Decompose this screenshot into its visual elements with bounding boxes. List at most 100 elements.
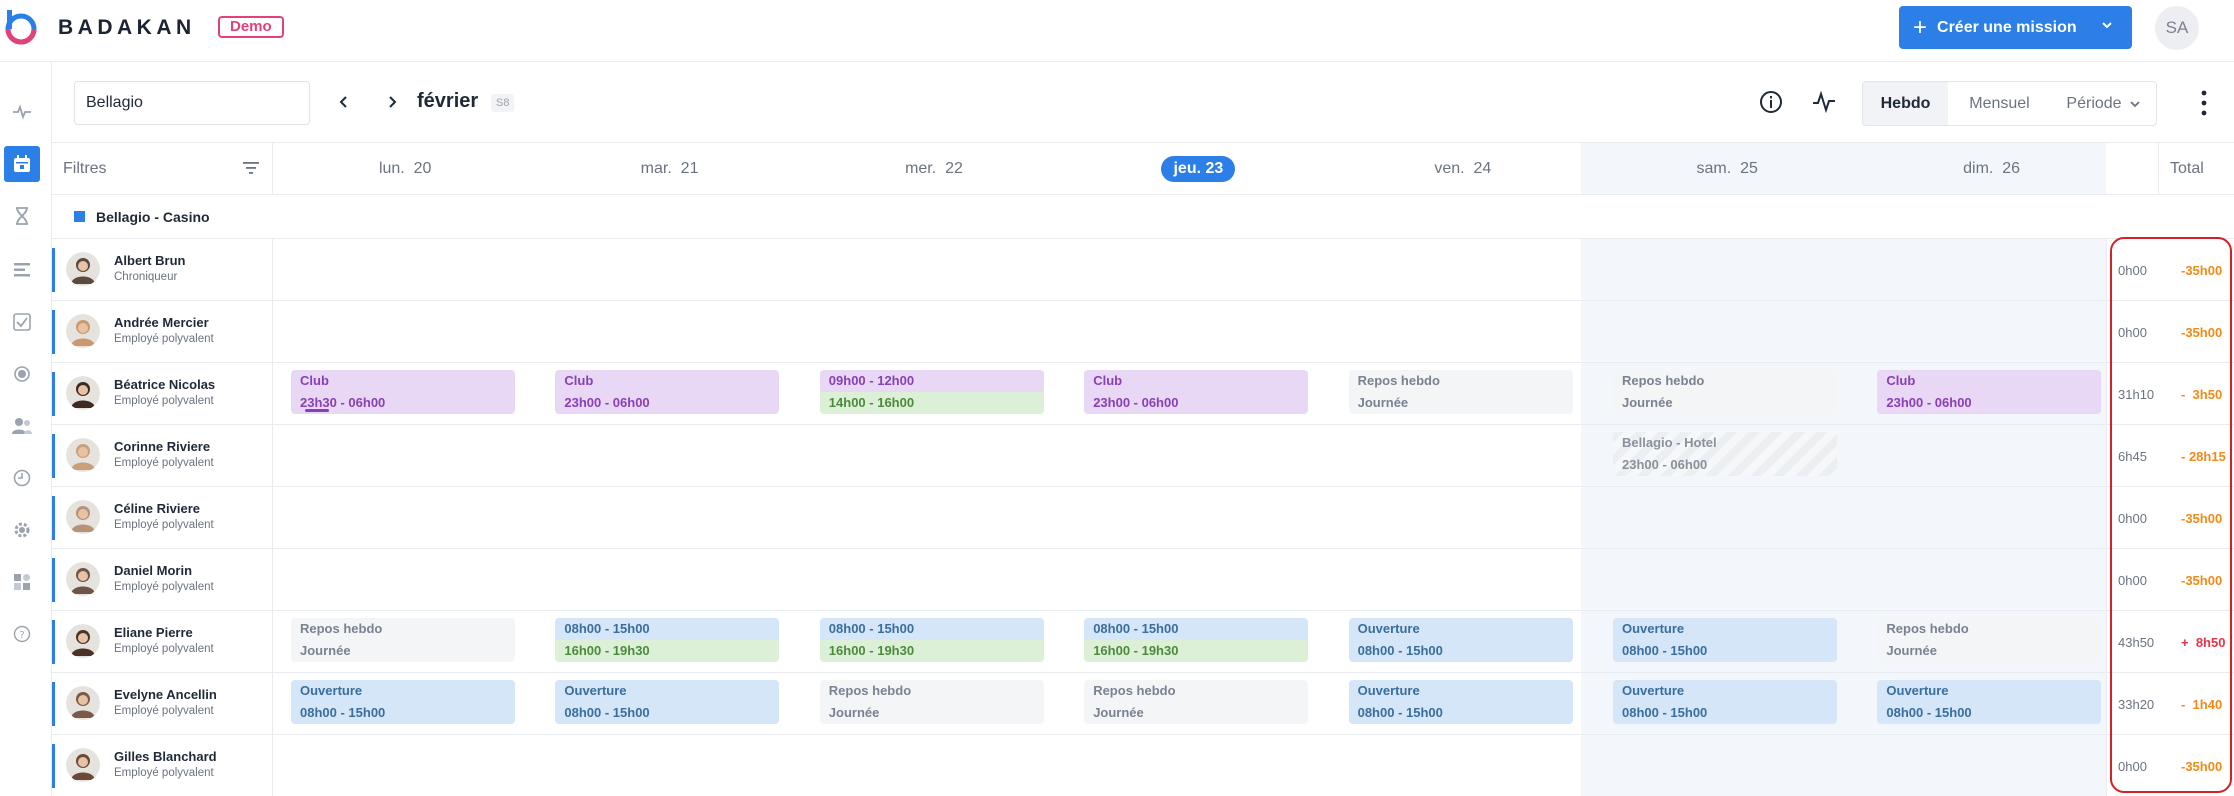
shift-block[interactable]: Club 23h00 - 06h00 bbox=[1877, 370, 2102, 414]
employee-cell[interactable]: Céline Riviere Employé polyvalent bbox=[52, 487, 273, 548]
shift-block[interactable]: Repos hebdo Journée bbox=[1348, 370, 1573, 414]
employee-cell[interactable]: Daniel Morin Employé polyvalent bbox=[52, 549, 273, 610]
employee-color-bar bbox=[52, 310, 55, 354]
day-header-1[interactable]: mar. 21 bbox=[537, 143, 801, 195]
shift-line-2: 08h00 - 15h00 bbox=[1622, 705, 1708, 720]
shift-line-1: Bellagio - Hotel bbox=[1622, 435, 1717, 450]
user-avatar[interactable]: SA bbox=[2155, 6, 2199, 50]
hours-difference: - 3h50 bbox=[2181, 387, 2223, 402]
activity-icon[interactable] bbox=[4, 94, 40, 130]
shift-block[interactable]: 08h00 - 15h00 16h00 - 19h30 bbox=[1084, 618, 1309, 662]
more-options-icon[interactable] bbox=[2196, 88, 2212, 118]
hours-difference: - 28h15 bbox=[2181, 449, 2226, 464]
shift-block[interactable]: Bellagio - Hotel 23h00 - 06h00 bbox=[1613, 432, 1837, 476]
chevron-down-icon[interactable] bbox=[2100, 18, 2114, 32]
employee-cell[interactable]: Gilles Blanchard Employé polyvalent bbox=[52, 735, 273, 796]
shift-block[interactable]: Ouverture 08h00 - 15h00 bbox=[555, 680, 780, 724]
employee-role: Employé polyvalent bbox=[114, 457, 214, 469]
employee-row: Daniel Morin Employé polyvalent 0h00 -35h00 bbox=[52, 549, 2234, 611]
total-label: Total bbox=[2170, 160, 2204, 177]
total-column-header[interactable]: Total bbox=[2158, 143, 2234, 195]
badakan-logo-icon[interactable] bbox=[4, 8, 38, 46]
employee-avatar bbox=[66, 314, 100, 348]
shift-line-1: Club bbox=[1886, 373, 1916, 388]
filters-cell[interactable]: Filtres bbox=[52, 143, 273, 195]
employee-row: Béatrice Nicolas Employé polyvalent 31h10 -… bbox=[52, 363, 2234, 425]
employee-color-bar bbox=[52, 682, 55, 726]
employee-role: Chroniqueur bbox=[114, 271, 178, 283]
shift-line-2: 08h00 - 15h00 bbox=[1622, 643, 1708, 658]
employee-cell[interactable]: Corinne Riviere Employé polyvalent bbox=[52, 425, 273, 486]
top-bar: BADAKAN Demo + Créer une mission SA bbox=[0, 0, 2234, 62]
shift-block[interactable]: 09h00 - 12h00 14h00 - 16h00 bbox=[819, 370, 1044, 414]
shift-line-1: 08h00 - 15h00 bbox=[555, 618, 780, 640]
shift-line-1: Ouverture bbox=[1622, 621, 1685, 636]
employee-cell[interactable]: Andrée Mercier Employé polyvalent bbox=[52, 301, 273, 362]
view-mensuel-button[interactable]: Mensuel bbox=[1948, 82, 2051, 125]
hourglass-icon[interactable] bbox=[4, 198, 40, 234]
day-header-3[interactable]: jeu. 23 bbox=[1066, 143, 1330, 195]
site-input[interactable] bbox=[74, 81, 310, 125]
settings-icon[interactable] bbox=[4, 512, 40, 548]
filter-icon[interactable] bbox=[242, 159, 260, 177]
clock-icon[interactable] bbox=[4, 460, 40, 496]
shift-block[interactable]: Ouverture 08h00 - 15h00 bbox=[291, 680, 515, 724]
info-icon[interactable] bbox=[1757, 88, 1785, 116]
check-icon[interactable] bbox=[4, 304, 40, 340]
shift-block[interactable]: Club 23h30 - 06h00 bbox=[291, 370, 515, 414]
employee-cell[interactable]: Eliane Pierre Employé polyvalent bbox=[52, 611, 273, 672]
shift-block[interactable]: Club 23h00 - 06h00 bbox=[1084, 370, 1309, 414]
help-icon[interactable]: ? bbox=[4, 616, 40, 652]
employee-cell[interactable]: Albert Brun Chroniqueur bbox=[52, 239, 273, 300]
shift-line-2: 23h00 - 06h00 bbox=[564, 395, 650, 410]
left-sidebar: ? bbox=[0, 62, 52, 796]
total-hours: 0h00 bbox=[2118, 325, 2147, 340]
previous-week-button[interactable] bbox=[334, 92, 354, 112]
shift-block[interactable]: Repos hebdo Journée bbox=[1613, 370, 1837, 414]
shift-line-1: Ouverture bbox=[1886, 683, 1949, 698]
apps-icon[interactable] bbox=[4, 564, 40, 600]
view-hebdo-button[interactable]: Hebdo bbox=[1863, 82, 1948, 125]
list-icon[interactable] bbox=[4, 252, 40, 288]
employee-cell[interactable]: Béatrice Nicolas Employé polyvalent bbox=[52, 363, 273, 424]
shift-block[interactable]: Ouverture 08h00 - 15h00 bbox=[1613, 618, 1837, 662]
create-mission-button[interactable]: + Créer une mission bbox=[1899, 6, 2132, 49]
shift-block[interactable]: Ouverture 08h00 - 15h00 bbox=[1877, 680, 2102, 724]
day-header-0[interactable]: lun. 20 bbox=[273, 143, 537, 195]
shift-block[interactable]: Repos hebdo Journée bbox=[1084, 680, 1309, 724]
calendar-icon[interactable] bbox=[4, 146, 40, 182]
activity-chart-icon[interactable] bbox=[1810, 88, 1838, 116]
day-header-6[interactable]: dim. 26 bbox=[1859, 143, 2123, 195]
day-header-2[interactable]: mer. 22 bbox=[802, 143, 1066, 195]
demo-badge: Demo bbox=[218, 16, 284, 38]
day-header-5[interactable]: sam. 25 bbox=[1595, 143, 1859, 195]
shift-block[interactable]: Ouverture 08h00 - 15h00 bbox=[1348, 618, 1573, 662]
employee-cell[interactable]: Evelyne Ancellin Employé polyvalent bbox=[52, 673, 273, 734]
shift-block[interactable]: 08h00 - 15h00 16h00 - 19h30 bbox=[555, 618, 780, 662]
employee-row: Evelyne Ancellin Employé polyvalent 33h20 -… bbox=[52, 673, 2234, 735]
shift-block[interactable]: Ouverture 08h00 - 15h00 bbox=[1348, 680, 1573, 724]
employee-name: Céline Riviere bbox=[114, 501, 200, 516]
shift-line-1: Club bbox=[1093, 373, 1123, 388]
shift-block[interactable]: Club 23h00 - 06h00 bbox=[555, 370, 780, 414]
hours-difference: -35h00 bbox=[2181, 263, 2223, 278]
shift-block[interactable]: 08h00 - 15h00 16h00 - 19h30 bbox=[819, 618, 1044, 662]
shift-block[interactable]: Repos hebdo Journée bbox=[819, 680, 1044, 724]
employee-role: Employé polyvalent bbox=[114, 705, 214, 717]
shift-line-1: Repos hebdo bbox=[828, 683, 912, 698]
day-header-4[interactable]: ven. 24 bbox=[1331, 143, 1595, 195]
shift-block[interactable]: Repos hebdo Journée bbox=[291, 618, 515, 662]
record-icon[interactable] bbox=[4, 356, 40, 392]
shift-line-2: 16h00 - 19h30 bbox=[555, 640, 780, 662]
users-icon[interactable] bbox=[4, 408, 40, 444]
employee-total-cell: 0h00 -35h00 bbox=[2106, 735, 2234, 796]
employee-role: Employé polyvalent bbox=[114, 767, 214, 779]
employee-total-cell: 0h00 -35h00 bbox=[2106, 487, 2234, 548]
shift-block[interactable]: Ouverture 08h00 - 15h00 bbox=[1613, 680, 1837, 724]
next-week-button[interactable] bbox=[382, 92, 402, 112]
group-row[interactable]: Bellagio - Casino bbox=[52, 195, 2234, 239]
view-periode-button[interactable]: Période bbox=[2051, 82, 2156, 125]
shift-line-1: Repos hebdo bbox=[1622, 373, 1705, 388]
employee-total-cell: 33h20 - 1h40 bbox=[2106, 673, 2234, 734]
shift-block[interactable]: Repos hebdo Journée bbox=[1877, 618, 2102, 662]
